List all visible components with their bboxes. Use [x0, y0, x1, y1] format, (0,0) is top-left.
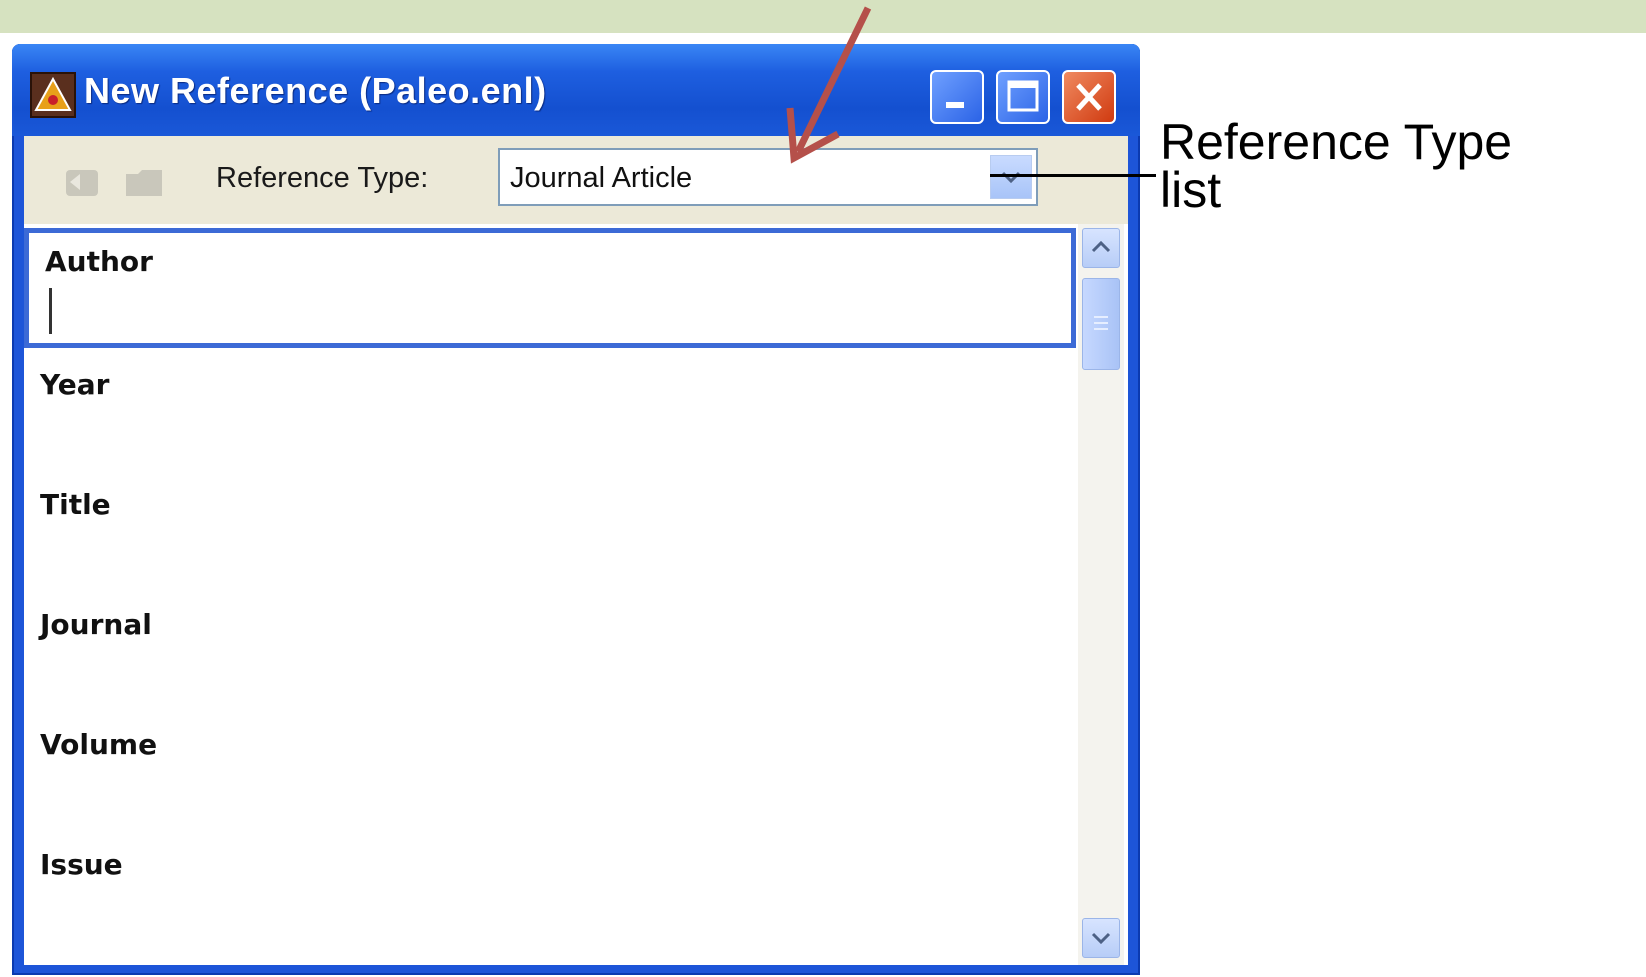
volume-label: Volume	[40, 728, 158, 761]
vertical-scrollbar[interactable]	[1078, 224, 1124, 965]
callout-line-2: list	[1160, 162, 1222, 218]
scroll-down-button[interactable]	[1082, 918, 1120, 958]
chevron-down-icon	[1091, 932, 1111, 945]
text-caret	[49, 288, 52, 334]
scroll-up-button[interactable]	[1082, 228, 1120, 268]
window-title: New Reference (Paleo.enl)	[84, 70, 547, 111]
close-button[interactable]	[1062, 70, 1116, 124]
maximize-button[interactable]	[996, 70, 1050, 124]
reference-type-dropdown-button[interactable]	[990, 155, 1032, 199]
red-arrow-annotation	[786, 6, 872, 164]
author-field[interactable]: Author	[24, 228, 1076, 348]
chevron-down-icon	[1001, 171, 1021, 184]
minimize-icon	[946, 102, 964, 108]
year-field[interactable]: Year	[24, 350, 1076, 470]
chevron-up-icon	[1091, 240, 1111, 253]
title-bar[interactable]: New Reference (Paleo.enl)	[12, 44, 1140, 136]
fields-list: Author Year Title Journal Volume Issue	[24, 224, 1078, 965]
issue-label: Issue	[40, 848, 123, 881]
callout-line-1: Reference Type	[1160, 114, 1513, 170]
title-field[interactable]: Title	[24, 470, 1076, 590]
reference-type-label: Reference Type:	[216, 162, 429, 194]
author-label: Author	[45, 245, 153, 278]
reference-type-value: Journal Article	[510, 162, 693, 194]
reference-fields-panel: Author Year Title Journal Volume Issue	[24, 224, 1128, 965]
folder-icon[interactable]	[122, 162, 166, 202]
journal-field[interactable]: Journal	[24, 590, 1076, 710]
maximize-icon	[1007, 80, 1039, 112]
scroll-thumb[interactable]	[1082, 278, 1120, 370]
title-label: Title	[40, 488, 111, 521]
callout-line	[990, 174, 1156, 177]
callout-label: Reference Type list	[1160, 114, 1600, 218]
issue-field[interactable]: Issue	[24, 830, 1076, 950]
volume-field[interactable]: Volume	[24, 710, 1076, 830]
new-reference-window: New Reference (Paleo.enl) Reference Type…	[12, 44, 1140, 975]
grip-icon	[1094, 316, 1108, 330]
year-label: Year	[40, 368, 110, 401]
close-icon	[1076, 83, 1102, 111]
back-icon[interactable]	[60, 162, 104, 202]
toolbar: Reference Type: Journal Article	[24, 136, 1128, 224]
endnote-app-icon	[30, 72, 76, 118]
journal-label: Journal	[40, 608, 152, 641]
minimize-button[interactable]	[930, 70, 984, 124]
